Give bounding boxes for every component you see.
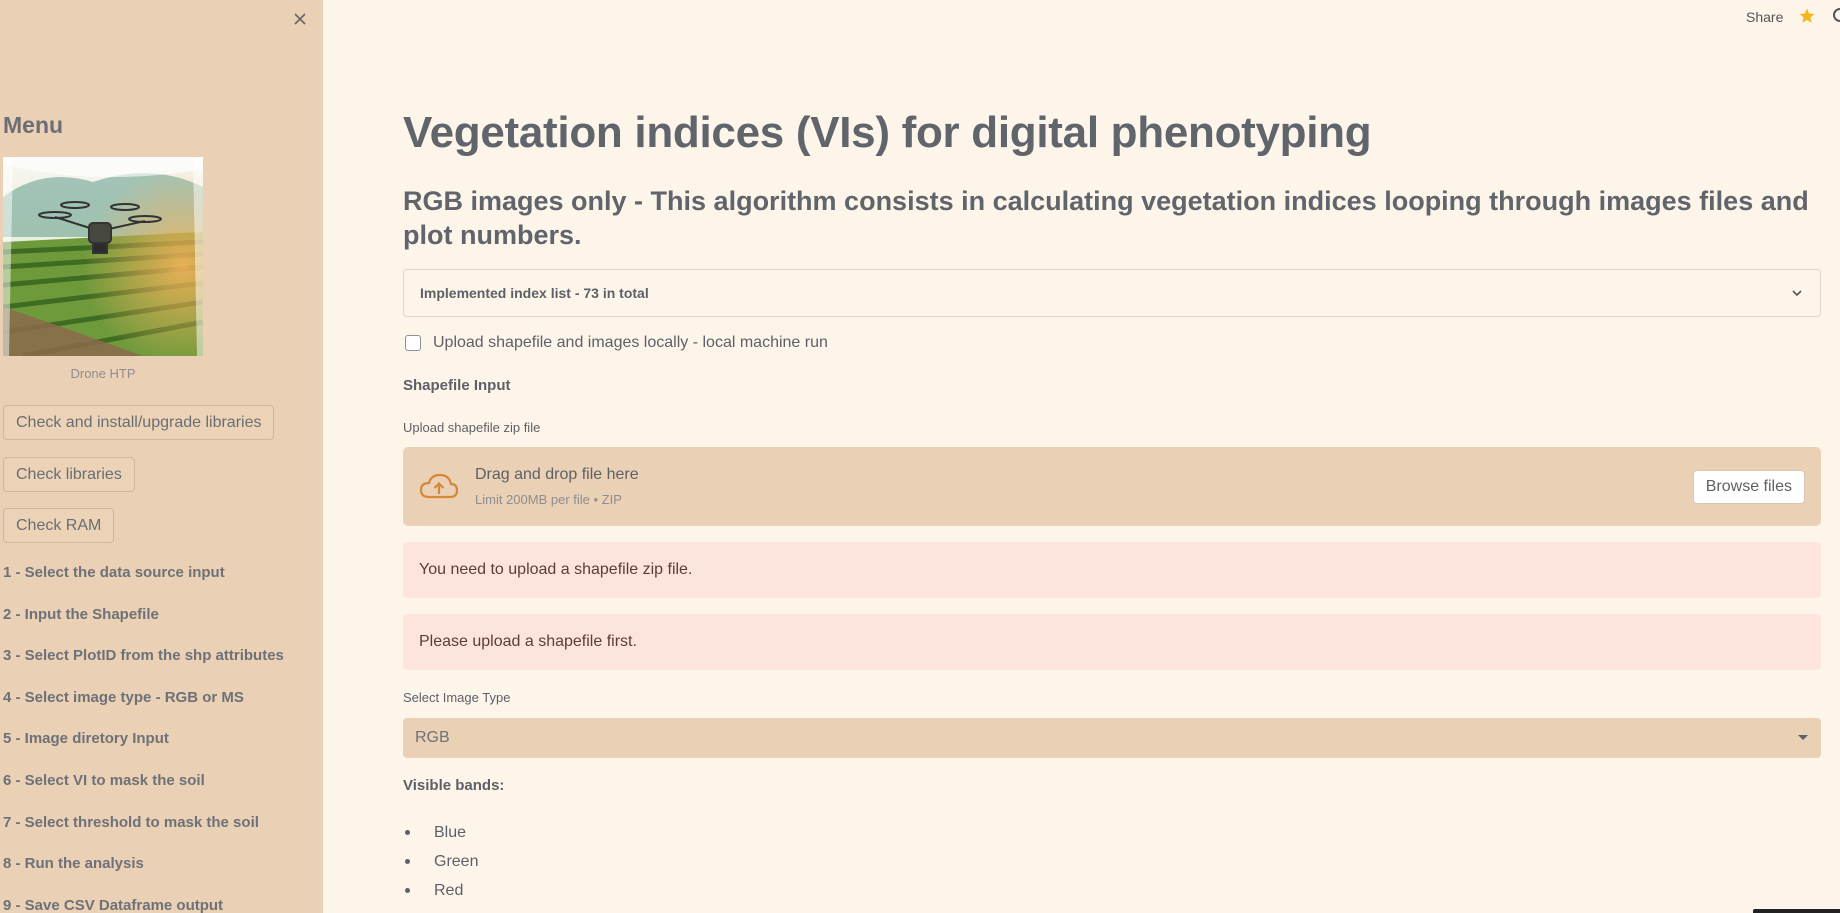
band-name: Red: [434, 881, 464, 899]
index-list-expander[interactable]: Implemented index list - 73 in total: [403, 269, 1821, 317]
logo-caption: Drone HTP: [70, 366, 136, 381]
menu-title: Menu: [3, 112, 64, 138]
alert-upload-zip: You need to upload a shapefile zip file.: [403, 542, 1821, 598]
dropzone-main-text: Drag and drop file here: [475, 466, 639, 483]
browse-files-button[interactable]: Browse files: [1692, 469, 1805, 504]
sidebar: Menu Drone HTP Check and install/upgrade…: [0, 0, 323, 913]
step-item: 6 - Select VI to mask the soil: [3, 772, 205, 789]
band-name: Green: [434, 852, 479, 870]
check-ram-button[interactable]: Check RAM: [3, 508, 115, 543]
shapefile-input-heading: Shapefile Input: [403, 377, 511, 394]
favorite-button[interactable]: [1798, 7, 1816, 30]
check-libraries-button[interactable]: Check libraries: [3, 457, 135, 492]
share-button[interactable]: Share: [1746, 9, 1783, 25]
bands-list: Blue Green Red: [405, 818, 478, 905]
expander-label: Implemented index list - 73 in total: [420, 285, 649, 301]
step-item: 7 - Select threshold to mask the soil: [3, 814, 259, 831]
bullet: [405, 830, 410, 835]
menu-icon[interactable]: [1833, 8, 1840, 22]
page-subtitle: RGB images only - This algorithm consist…: [403, 186, 1809, 250]
step-item: 2 - Input the Shapefile: [3, 606, 159, 623]
image-type-label: Select Image Type: [403, 690, 511, 705]
step-item: 8 - Run the analysis: [3, 855, 144, 872]
checkbox-box[interactable]: [405, 335, 421, 351]
star-icon: [1799, 8, 1815, 23]
upload-shapefile-label: Upload shapefile zip file: [403, 420, 541, 435]
checkbox-label: Upload shapefile and images locally - lo…: [433, 334, 828, 351]
local-run-checkbox[interactable]: Upload shapefile and images locally - lo…: [405, 334, 828, 352]
list-item: Red: [405, 876, 478, 905]
upload-cloud-icon: [419, 473, 459, 498]
step-item: 4 - Select image type - RGB or MS: [3, 689, 244, 706]
caret-down-icon: [1798, 735, 1808, 740]
list-item: Green: [405, 847, 478, 876]
chevron-down-icon: [1792, 290, 1802, 297]
drone-logo-image: [3, 157, 203, 356]
step-item: 3 - Select PlotID from the shp attribute…: [3, 647, 284, 664]
page-title: Vegetation indices (VIs) for digital phe…: [403, 108, 1372, 157]
visible-bands-heading: Visible bands:: [403, 777, 505, 794]
dropzone-text: Drag and drop file here Limit 200MB per …: [475, 466, 1693, 507]
image-type-select[interactable]: RGB: [403, 718, 1821, 758]
list-item: Blue: [405, 818, 478, 847]
dropzone-limit-text: Limit 200MB per file • ZIP: [475, 492, 622, 507]
step-item: 9 - Save CSV Dataframe output: [3, 897, 224, 913]
alert-upload-first: Please upload a shapefile first.: [403, 614, 1821, 670]
check-install-libraries-button[interactable]: Check and install/upgrade libraries: [3, 405, 275, 440]
step-item: 1 - Select the data source input: [3, 564, 225, 581]
close-sidebar-button[interactable]: [289, 8, 311, 30]
file-dropzone[interactable]: Drag and drop file here Limit 200MB per …: [403, 447, 1821, 526]
bullet: [405, 859, 410, 864]
bullet: [405, 888, 410, 893]
status-widget: [1753, 909, 1840, 913]
close-icon: [294, 13, 306, 25]
select-value: RGB: [415, 729, 450, 746]
band-name: Blue: [434, 823, 467, 841]
step-item: 5 - Image diretory Input: [3, 730, 169, 747]
